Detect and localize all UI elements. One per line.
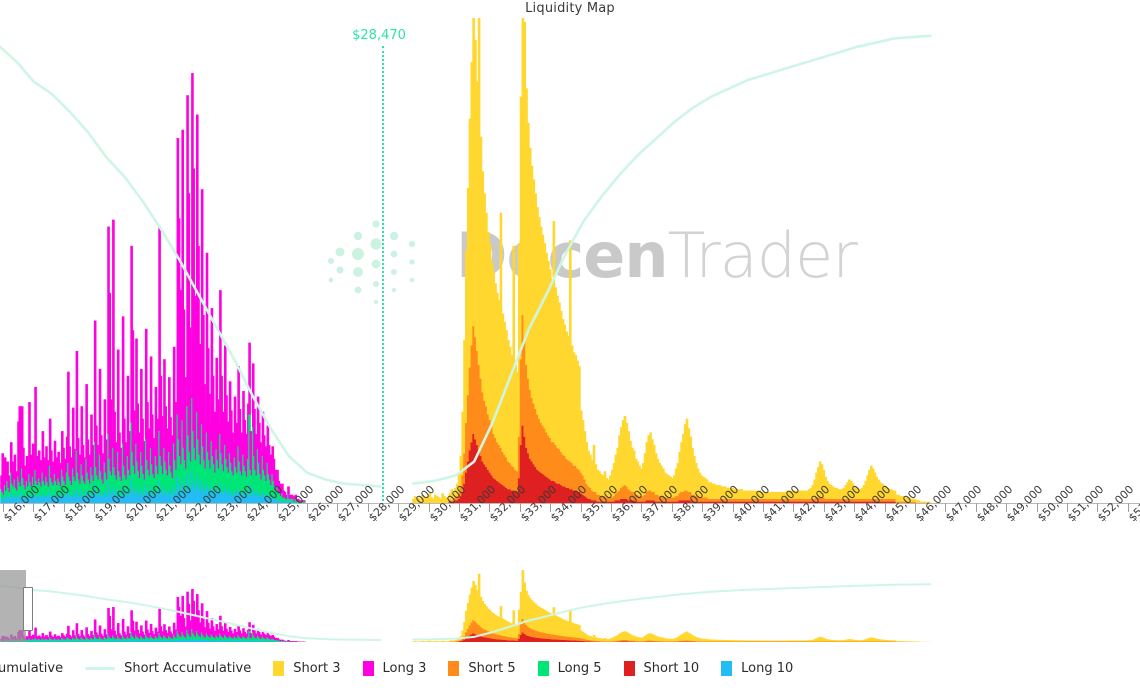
legend-item-long-accumulative[interactable]: Accumulative <box>0 661 63 676</box>
legend-swatch-long-3-icon <box>362 660 374 676</box>
legend-line-short-accumulative-icon <box>85 666 116 670</box>
legend-label: Short 5 <box>468 660 516 676</box>
legend-swatch-long-10-icon <box>721 660 733 676</box>
legend-swatch-long-5-icon <box>537 660 549 676</box>
main-chart[interactable]: DecenTrader $28,470 <box>0 18 1140 503</box>
legend-label: Short Accumulative <box>124 660 252 676</box>
legend-item-short-accumulative[interactable]: Short Accumulative <box>85 661 251 676</box>
legend-label: Accumulative <box>0 660 64 676</box>
chart-canvas[interactable] <box>0 18 1140 503</box>
minimap-canvas[interactable] <box>0 570 1140 642</box>
legend-swatch-short-5-icon <box>448 660 460 676</box>
x-axis: $16,000 $17,000 $18,000 $19,000 $20,000 $21,0… <box>0 483 1140 565</box>
legend-item-short-10[interactable]: Short 10 <box>623 660 700 676</box>
legend-item-long-5[interactable]: Long 5 <box>537 660 602 676</box>
chart-legend: Accumulative Short Accumulative Short 3 Lon… <box>0 653 1140 683</box>
legend-swatch-short-3-icon <box>273 660 285 676</box>
legend-label: Long 3 <box>382 660 427 676</box>
legend-label: Long 5 <box>557 660 602 676</box>
liquidity-map-page: Liquidity Map DecenTrader $28,470 $16,00… <box>0 0 1140 694</box>
page-title: Liquidity Map <box>525 1 615 16</box>
current-price-line <box>382 46 385 503</box>
chart-minimap[interactable] <box>0 570 1140 642</box>
legend-label: Short 3 <box>293 660 341 676</box>
legend-item-long-10[interactable]: Long 10 <box>721 660 794 676</box>
legend-item-short-5[interactable]: Short 5 <box>448 660 516 676</box>
legend-item-long-3[interactable]: Long 3 <box>362 660 427 676</box>
minimap-brush-handle[interactable] <box>23 587 33 631</box>
legend-label: Long 10 <box>741 660 794 676</box>
legend-item-short-3[interactable]: Short 3 <box>273 660 341 676</box>
legend-label: Short 10 <box>643 660 700 676</box>
legend-swatch-short-10-icon <box>623 660 635 676</box>
current-price-label: $28,470 <box>352 28 406 43</box>
